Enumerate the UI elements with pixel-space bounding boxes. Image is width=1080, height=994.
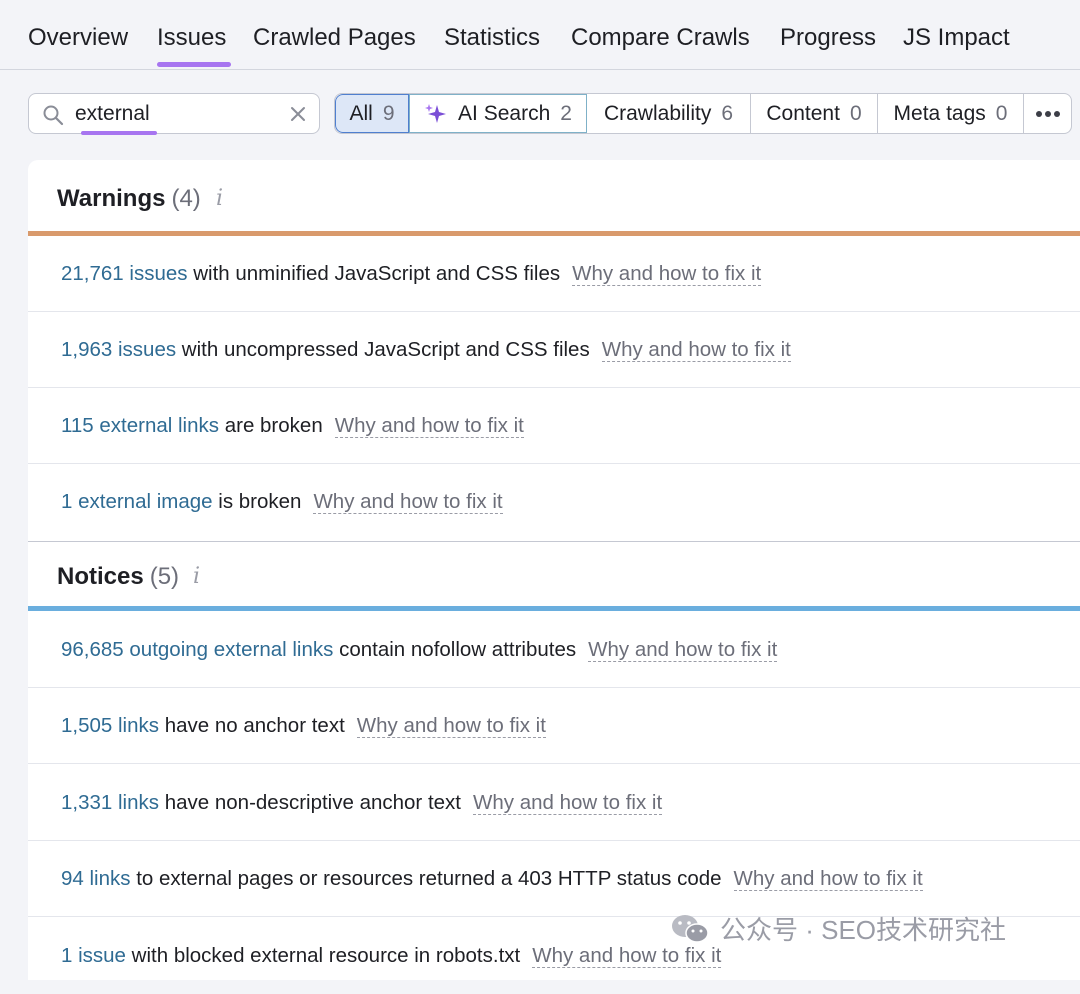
tab-overview[interactable]: Overview xyxy=(28,24,128,52)
filter-all[interactable]: All 9 xyxy=(335,94,409,133)
search-highlight xyxy=(81,131,157,135)
filter-label: All xyxy=(349,101,373,125)
more-filters-button[interactable] xyxy=(1024,94,1071,133)
sparkle-icon xyxy=(425,103,447,123)
issue-row: 1,505 links have no anchor text Why and h… xyxy=(28,688,1080,764)
fix-help-link[interactable]: Why and how to fix it xyxy=(733,867,923,891)
tab-progress[interactable]: Progress xyxy=(780,24,876,52)
close-icon[interactable] xyxy=(288,104,308,124)
filter-label: Meta tags xyxy=(893,101,986,125)
tab-crawled-pages[interactable]: Crawled Pages xyxy=(253,24,416,52)
issue-description: is broken xyxy=(212,490,302,513)
issue-description: with unminified JavaScript and CSS files xyxy=(187,262,561,285)
issue-row: 1 external image is broken Why and how to… xyxy=(28,464,1080,542)
fix-help-link[interactable]: Why and how to fix it xyxy=(588,638,778,662)
issue-count-link[interactable]: 96,685 outgoing external links xyxy=(61,638,333,661)
tab-statistics[interactable]: Statistics xyxy=(444,24,540,52)
issue-count-link[interactable]: 115 external links xyxy=(61,414,219,437)
issues-card: Warnings (4) i 21,761 issues with unminif… xyxy=(28,160,1080,980)
issue-description: with uncompressed JavaScript and CSS fil… xyxy=(176,338,590,361)
top-nav: Overview Issues Crawled Pages Statistics… xyxy=(0,0,1080,70)
section-title: Notices (5) xyxy=(57,563,180,590)
filter-count: 0 xyxy=(849,101,862,125)
issue-count-link[interactable]: 21,761 issues xyxy=(61,262,188,285)
tab-js-impact[interactable]: JS Impact xyxy=(903,24,1010,52)
filter-meta-tags[interactable]: Meta tags 0 xyxy=(878,94,1024,133)
issue-row: 1,331 links have non-descriptive anchor … xyxy=(28,765,1080,841)
warnings-header: Warnings (4) i xyxy=(28,160,1080,232)
issue-description: have non-descriptive anchor text xyxy=(159,791,461,814)
issue-count-link[interactable]: 1,331 links xyxy=(61,791,159,814)
issue-row: 115 external links are broken Why and how… xyxy=(28,388,1080,464)
issue-count-link[interactable]: 1 issue xyxy=(61,944,126,967)
section-count: (5) xyxy=(149,563,180,590)
fix-help-link[interactable]: Why and how to fix it xyxy=(356,714,546,738)
filter-count: 2 xyxy=(560,101,572,125)
fix-help-link[interactable]: Why and how to fix it xyxy=(532,944,722,968)
filter-ai-search[interactable]: AI Search 2 xyxy=(409,94,587,133)
watermark-text: 公众号 · SEO技术研究社 xyxy=(720,915,1007,945)
filter-crawlability[interactable]: Crawlability 6 xyxy=(587,94,751,133)
section-count: (4) xyxy=(171,185,201,212)
active-tab-indicator xyxy=(157,62,231,67)
fix-help-link[interactable]: Why and how to fix it xyxy=(601,338,791,362)
category-filter: All 9 AI Search 2 Crawlability 6 Content… xyxy=(334,93,1072,134)
more-icon xyxy=(1035,110,1060,117)
filter-label: Content xyxy=(766,101,840,125)
issue-description: contain nofollow attributes xyxy=(333,638,577,661)
search-input[interactable] xyxy=(75,98,275,129)
issue-count-link[interactable]: 94 links xyxy=(61,867,131,890)
tab-issues[interactable]: Issues xyxy=(157,24,226,52)
issue-description: are broken xyxy=(219,414,323,437)
info-icon[interactable]: i xyxy=(216,186,223,211)
filter-content[interactable]: Content 0 xyxy=(751,94,878,133)
notices-header: Notices (5) i xyxy=(28,542,1080,608)
filter-count: 6 xyxy=(721,101,734,125)
fix-help-link[interactable]: Why and how to fix it xyxy=(473,791,663,815)
section-title: Warnings (4) xyxy=(57,185,201,212)
info-icon[interactable]: i xyxy=(193,564,200,589)
issue-count-link[interactable]: 1 external image xyxy=(61,490,213,513)
issue-description: to external pages or resources returned … xyxy=(130,867,722,890)
issue-row: 94 links to external pages or resources … xyxy=(28,841,1080,917)
filter-count: 9 xyxy=(382,101,395,125)
filter-label: AI Search xyxy=(458,101,551,125)
fix-help-link[interactable]: Why and how to fix it xyxy=(313,490,503,514)
fix-help-link[interactable]: Why and how to fix it xyxy=(572,262,762,286)
issue-row: 1,963 issues with uncompressed JavaScrip… xyxy=(28,312,1080,388)
search-icon xyxy=(43,105,64,126)
issue-count-link[interactable]: 1,505 links xyxy=(61,714,159,737)
watermark: 公众号 · SEO技术研究社 xyxy=(670,910,1006,947)
wechat-icon xyxy=(672,914,709,943)
filter-label: Crawlability xyxy=(603,101,712,125)
issue-row: 21,761 issues with unminified JavaScript… xyxy=(28,236,1080,312)
filter-count: 0 xyxy=(995,101,1008,125)
issue-row: 96,685 outgoing external links contain n… xyxy=(28,612,1080,688)
tab-compare-crawls[interactable]: Compare Crawls xyxy=(571,24,750,52)
notices-bar xyxy=(28,606,1080,611)
fix-help-link[interactable]: Why and how to fix it xyxy=(334,414,524,438)
issue-description: with blocked external resource in robots… xyxy=(125,944,521,967)
issue-description: have no anchor text xyxy=(159,714,345,737)
issue-search-box xyxy=(28,93,320,135)
issue-count-link[interactable]: 1,963 issues xyxy=(61,338,176,361)
